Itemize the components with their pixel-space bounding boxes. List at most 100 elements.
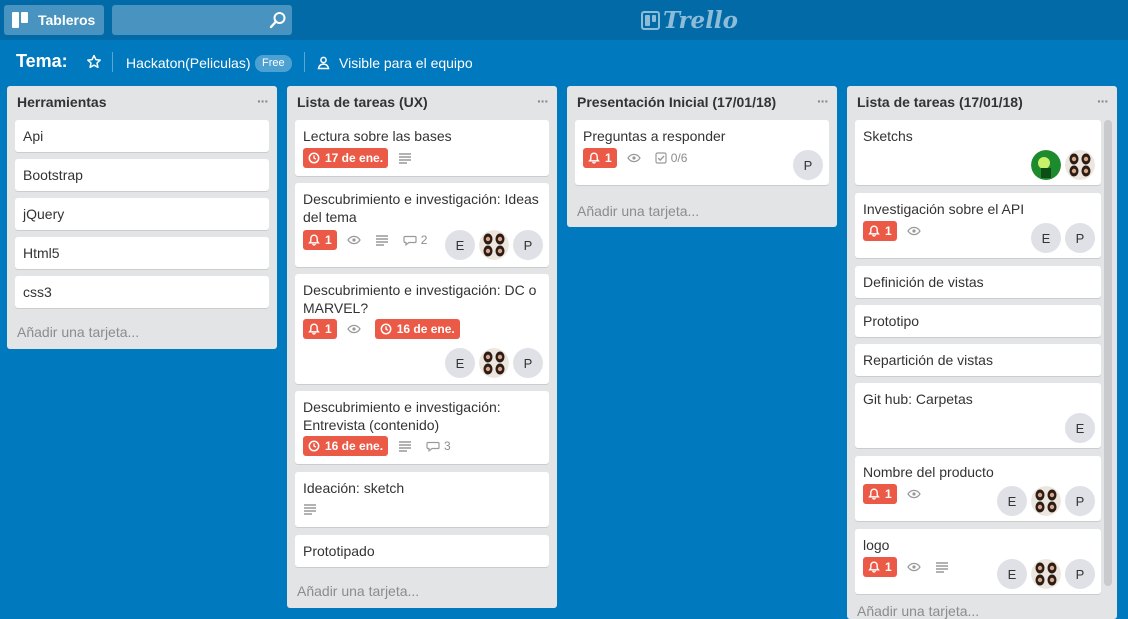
add-card-button[interactable]: Añadir una tarjeta... [297, 583, 419, 599]
card-badges [303, 499, 331, 519]
card-title: logo [863, 537, 890, 553]
card[interactable]: Descubrimiento e investigación: Entrevis… [295, 391, 549, 464]
header-divider [112, 52, 113, 72]
card-members: E P [441, 230, 543, 260]
avatar[interactable]: E [997, 559, 1027, 589]
card[interactable]: Bootstrap [15, 159, 269, 191]
team-icon [317, 56, 330, 70]
list-herramientas: Herramientas ··· Api Bootstrap jQuery Ht… [7, 86, 277, 349]
card[interactable]: logo 1 E P [855, 529, 1101, 594]
eye-icon [627, 153, 641, 163]
board-title[interactable]: Tema: [16, 51, 68, 72]
card-members: P [789, 150, 823, 180]
visibility-button[interactable]: Visible para el equipo [339, 55, 473, 71]
card[interactable]: Repartición de vistas [855, 344, 1101, 376]
avatar[interactable]: E [997, 486, 1027, 516]
list-menu-button[interactable]: ··· [817, 93, 829, 109]
card[interactable]: Prototipado [295, 535, 549, 567]
card[interactable]: css3 [15, 276, 269, 308]
description-badge [398, 436, 416, 456]
avatar[interactable]: P [513, 348, 543, 378]
list-lista-de-tareas-ux: Lista de tareas (UX) ··· Lectura sobre l… [287, 86, 557, 608]
avatar-photo[interactable] [1065, 150, 1095, 180]
description-badge [398, 148, 416, 168]
description-icon [398, 152, 412, 164]
team-name[interactable]: Hackaton(Peliculas) [126, 55, 251, 71]
card[interactable]: Html5 [15, 237, 269, 269]
card[interactable]: Definición de vistas [855, 266, 1101, 298]
notification-badge: 1 [863, 484, 897, 504]
list-scrollbar[interactable] [1104, 120, 1112, 586]
avatar-photo[interactable] [1031, 486, 1061, 516]
card[interactable]: Descubrimiento e investigación: Ideas de… [295, 183, 549, 267]
watching-badge [907, 484, 925, 504]
card-title: Repartición de vistas [863, 352, 993, 368]
notification-count: 1 [325, 322, 332, 336]
star-icon[interactable] [86, 54, 102, 70]
card-title: Descubrimiento e investigación: DC o MAR… [303, 282, 537, 316]
avatar-photo[interactable] [479, 230, 509, 260]
avatar[interactable]: P [513, 230, 543, 260]
list-menu-button[interactable]: ··· [1097, 93, 1109, 109]
card[interactable]: Api [15, 120, 269, 152]
due-date-badge: 17 de ene. [303, 148, 389, 168]
avatar-photo[interactable] [479, 348, 509, 378]
list-title[interactable]: Lista de tareas (UX) [297, 94, 428, 110]
eye-icon [347, 324, 361, 334]
list-title[interactable]: Herramientas [17, 94, 107, 110]
avatar[interactable]: E [445, 348, 475, 378]
avatar-photo[interactable] [1031, 150, 1061, 180]
card-members: E P [1027, 223, 1095, 253]
avatar[interactable]: E [445, 230, 475, 260]
due-date: 17 de ene. [325, 151, 384, 165]
card[interactable]: Prototipo [855, 305, 1101, 337]
description-icon [935, 561, 949, 573]
add-card-button[interactable]: Añadir una tarjeta... [17, 324, 139, 340]
card[interactable]: Preguntas a responder 1 0/6 P [575, 120, 829, 185]
avatar[interactable]: P [793, 150, 823, 180]
search-input[interactable] [112, 5, 292, 35]
avatar[interactable]: P [1065, 559, 1095, 589]
card-title: jQuery [23, 206, 65, 222]
card[interactable]: Nombre del producto 1 E P [855, 456, 1101, 521]
watching-badge [907, 557, 925, 577]
clock-icon [308, 440, 320, 452]
card[interactable]: Sketchs [855, 120, 1101, 185]
comments-badge: 3 [426, 436, 451, 456]
comment-count: 3 [444, 439, 451, 453]
eye-icon [907, 562, 921, 572]
list-menu-button[interactable]: ··· [257, 93, 269, 109]
list-title[interactable]: Presentación Inicial (17/01/18) [577, 94, 776, 110]
avatar-photo[interactable] [1031, 559, 1061, 589]
eye-icon [907, 226, 921, 236]
list-menu-button[interactable]: ··· [537, 93, 549, 109]
card-members: E P [441, 348, 543, 378]
avatar[interactable]: E [1065, 413, 1095, 443]
notification-count: 1 [885, 560, 892, 574]
card-title: Ideación: sketch [303, 480, 405, 496]
card-badges: 1 [863, 484, 935, 504]
add-card-button[interactable]: Añadir una tarjeta... [577, 203, 699, 219]
add-card-button[interactable]: Añadir una tarjeta... [857, 603, 979, 619]
card[interactable]: Lectura sobre las bases 17 de ene. [295, 120, 549, 176]
card[interactable]: Ideación: sketch [295, 472, 549, 527]
card[interactable]: jQuery [15, 198, 269, 230]
bell-icon [588, 152, 600, 164]
bell-icon [868, 225, 880, 237]
search-icon[interactable] [269, 11, 287, 29]
card-title: Investigación sobre el API [863, 201, 1025, 217]
list-title[interactable]: Lista de tareas (17/01/18) [857, 94, 1023, 110]
card-title: Git hub: Carpetas [863, 391, 973, 407]
description-icon [303, 503, 317, 515]
avatar[interactable]: E [1031, 223, 1061, 253]
card[interactable]: Descubrimiento e investigación: DC o MAR… [295, 274, 549, 384]
card[interactable]: Investigación sobre el API 1 E P [855, 193, 1101, 258]
avatar[interactable]: P [1065, 486, 1095, 516]
due-date-badge: 16 de ene. [303, 436, 389, 456]
avatar[interactable]: P [1065, 223, 1095, 253]
boards-button[interactable]: Tableros [4, 5, 104, 35]
card[interactable]: Git hub: Carpetas E [855, 383, 1101, 448]
card-title: Definición de vistas [863, 274, 984, 290]
trello-logo[interactable]: Trello [641, 6, 738, 34]
notification-badge: 1 [303, 230, 337, 250]
